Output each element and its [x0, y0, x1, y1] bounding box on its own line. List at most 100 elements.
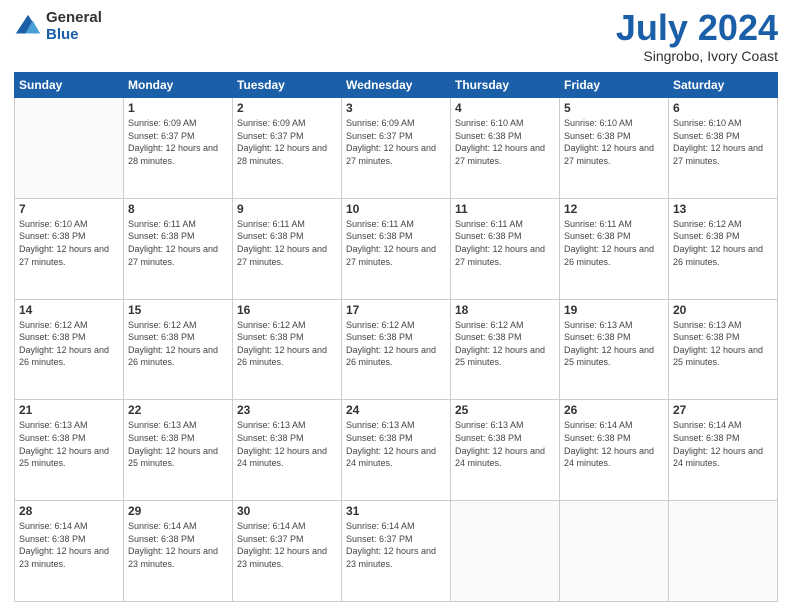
calendar-cell: 23Sunrise: 6:13 AMSunset: 6:38 PMDayligh… — [233, 400, 342, 501]
day-info: Sunrise: 6:12 AMSunset: 6:38 PMDaylight:… — [455, 319, 555, 369]
day-number: 11 — [455, 202, 555, 216]
day-number: 15 — [128, 303, 228, 317]
day-info: Sunrise: 6:10 AMSunset: 6:38 PMDaylight:… — [19, 218, 119, 268]
calendar-cell: 29Sunrise: 6:14 AMSunset: 6:38 PMDayligh… — [124, 501, 233, 602]
calendar-header-row: Sunday Monday Tuesday Wednesday Thursday… — [15, 73, 778, 98]
calendar-cell: 19 Sunrise: 6:13 AMSunset: 6:38 PMDayligh… — [560, 299, 669, 400]
day-number: 7 — [19, 202, 119, 216]
day-info: Sunrise: 6:14 AMSunset: 6:38 PMDaylight:… — [673, 419, 773, 469]
title-block: July 2024 Singrobo, Ivory Coast — [616, 10, 778, 64]
calendar-cell — [451, 501, 560, 602]
calendar-cell: 28 Sunrise: 6:14 AMSunset: 6:38 PMDayligh… — [15, 501, 124, 602]
day-info: Sunrise: 6:13 AMSunset: 6:38 PMDaylight:… — [237, 419, 337, 469]
day-info: Sunrise: 6:11 AMSunset: 6:38 PMDaylight:… — [237, 218, 337, 268]
logo-general-text: General — [46, 10, 102, 27]
logo-icon — [14, 13, 42, 41]
calendar-week-2: 7 Sunrise: 6:10 AMSunset: 6:38 PMDaylight… — [15, 198, 778, 299]
calendar-week-3: 14 Sunrise: 6:12 AMSunset: 6:38 PMDayligh… — [15, 299, 778, 400]
calendar-cell: 21 Sunrise: 6:13 AMSunset: 6:38 PMDayligh… — [15, 400, 124, 501]
day-number: 30 — [237, 504, 337, 518]
day-info: Sunrise: 6:09 AMSunset: 6:37 PMDaylight:… — [237, 117, 337, 167]
day-number: 4 — [455, 101, 555, 115]
calendar-cell: 20 Sunrise: 6:13 AMSunset: 6:38 PMDayligh… — [669, 299, 778, 400]
day-info: Sunrise: 6:10 AMSunset: 6:38 PMDaylight:… — [455, 117, 555, 167]
calendar-cell: 9 Sunrise: 6:11 AMSunset: 6:38 PMDaylight… — [233, 198, 342, 299]
day-info: Sunrise: 6:11 AMSunset: 6:38 PMDaylight:… — [455, 218, 555, 268]
day-info: Sunrise: 6:10 AMSunset: 6:38 PMDaylight:… — [673, 117, 773, 167]
day-info: Sunrise: 6:09 AMSunset: 6:37 PMDaylight:… — [346, 117, 446, 167]
day-number: 6 — [673, 101, 773, 115]
day-info: Sunrise: 6:13 AMSunset: 6:38 PMDaylight:… — [564, 319, 664, 369]
day-number: 5 — [564, 101, 664, 115]
day-info: Sunrise: 6:10 AMSunset: 6:38 PMDaylight:… — [564, 117, 664, 167]
calendar-week-4: 21 Sunrise: 6:13 AMSunset: 6:38 PMDayligh… — [15, 400, 778, 501]
day-info: Sunrise: 6:12 AMSunset: 6:38 PMDaylight:… — [128, 319, 228, 369]
day-number: 24 — [346, 403, 446, 417]
day-info: Sunrise: 6:13 AMSunset: 6:38 PMDaylight:… — [128, 419, 228, 469]
calendar-cell: 26 Sunrise: 6:14 AMSunset: 6:38 PMDayligh… — [560, 400, 669, 501]
col-thursday: Thursday — [451, 73, 560, 98]
day-info: Sunrise: 6:11 AMSunset: 6:38 PMDaylight:… — [128, 218, 228, 268]
logo: General Blue — [14, 10, 102, 43]
day-info: Sunrise: 6:13 AMSunset: 6:38 PMDaylight:… — [455, 419, 555, 469]
calendar-cell: 3 Sunrise: 6:09 AMSunset: 6:37 PMDaylight… — [342, 98, 451, 199]
main-title: July 2024 — [616, 10, 778, 46]
col-saturday: Saturday — [669, 73, 778, 98]
calendar-cell: 16Sunrise: 6:12 AMSunset: 6:38 PMDayligh… — [233, 299, 342, 400]
day-info: Sunrise: 6:14 AMSunset: 6:38 PMDaylight:… — [564, 419, 664, 469]
day-info: Sunrise: 6:12 AMSunset: 6:38 PMDaylight:… — [19, 319, 119, 369]
calendar-cell: 5 Sunrise: 6:10 AMSunset: 6:38 PMDaylight… — [560, 98, 669, 199]
calendar-cell: 30 Sunrise: 6:14 AMSunset: 6:37 PMDayligh… — [233, 501, 342, 602]
day-number: 31 — [346, 504, 446, 518]
day-number: 16 — [237, 303, 337, 317]
calendar-cell — [15, 98, 124, 199]
calendar-cell: 25 Sunrise: 6:13 AMSunset: 6:38 PMDayligh… — [451, 400, 560, 501]
day-info: Sunrise: 6:14 AMSunset: 6:38 PMDaylight:… — [19, 520, 119, 570]
day-number: 20 — [673, 303, 773, 317]
day-number: 26 — [564, 403, 664, 417]
day-info: Sunrise: 6:12 AMSunset: 6:38 PMDaylight:… — [673, 218, 773, 268]
calendar-cell: 14 Sunrise: 6:12 AMSunset: 6:38 PMDayligh… — [15, 299, 124, 400]
day-info: Sunrise: 6:09 AMSunset: 6:37 PMDaylight:… — [128, 117, 228, 167]
calendar-cell: 17Sunrise: 6:12 AMSunset: 6:38 PMDayligh… — [342, 299, 451, 400]
logo-blue-text: Blue — [46, 27, 102, 44]
col-monday: Monday — [124, 73, 233, 98]
day-number: 21 — [19, 403, 119, 417]
calendar-cell — [560, 501, 669, 602]
day-number: 3 — [346, 101, 446, 115]
calendar-body: 1 Sunrise: 6:09 AMSunset: 6:37 PMDaylight… — [15, 98, 778, 602]
calendar-cell: 18 Sunrise: 6:12 AMSunset: 6:38 PMDayligh… — [451, 299, 560, 400]
calendar-cell: 11 Sunrise: 6:11 AMSunset: 6:38 PMDayligh… — [451, 198, 560, 299]
calendar-cell: 13Sunrise: 6:12 AMSunset: 6:38 PMDayligh… — [669, 198, 778, 299]
calendar-cell: 10Sunrise: 6:11 AMSunset: 6:38 PMDayligh… — [342, 198, 451, 299]
day-number: 19 — [564, 303, 664, 317]
day-info: Sunrise: 6:13 AMSunset: 6:38 PMDaylight:… — [19, 419, 119, 469]
day-number: 22 — [128, 403, 228, 417]
day-number: 1 — [128, 101, 228, 115]
day-number: 28 — [19, 504, 119, 518]
day-info: Sunrise: 6:14 AMSunset: 6:37 PMDaylight:… — [346, 520, 446, 570]
day-number: 18 — [455, 303, 555, 317]
day-info: Sunrise: 6:14 AMSunset: 6:37 PMDaylight:… — [237, 520, 337, 570]
calendar-cell: 27 Sunrise: 6:14 AMSunset: 6:38 PMDayligh… — [669, 400, 778, 501]
calendar-cell: 31 Sunrise: 6:14 AMSunset: 6:37 PMDayligh… — [342, 501, 451, 602]
day-number: 14 — [19, 303, 119, 317]
day-number: 25 — [455, 403, 555, 417]
logo-text: General Blue — [46, 10, 102, 43]
day-info: Sunrise: 6:11 AMSunset: 6:38 PMDaylight:… — [346, 218, 446, 268]
calendar-cell: 24 Sunrise: 6:13 AMSunset: 6:38 PMDayligh… — [342, 400, 451, 501]
col-wednesday: Wednesday — [342, 73, 451, 98]
calendar-table: Sunday Monday Tuesday Wednesday Thursday… — [14, 72, 778, 602]
day-info: Sunrise: 6:13 AMSunset: 6:38 PMDaylight:… — [673, 319, 773, 369]
calendar-cell — [669, 501, 778, 602]
day-info: Sunrise: 6:13 AMSunset: 6:38 PMDaylight:… — [346, 419, 446, 469]
calendar-week-1: 1 Sunrise: 6:09 AMSunset: 6:37 PMDaylight… — [15, 98, 778, 199]
day-info: Sunrise: 6:12 AMSunset: 6:38 PMDaylight:… — [346, 319, 446, 369]
day-number: 27 — [673, 403, 773, 417]
day-info: Sunrise: 6:11 AMSunset: 6:38 PMDaylight:… — [564, 218, 664, 268]
day-number: 9 — [237, 202, 337, 216]
calendar-week-5: 28 Sunrise: 6:14 AMSunset: 6:38 PMDayligh… — [15, 501, 778, 602]
calendar-cell: 2Sunrise: 6:09 AMSunset: 6:37 PMDaylight… — [233, 98, 342, 199]
page: General Blue July 2024 Singrobo, Ivory C… — [0, 0, 792, 612]
col-sunday: Sunday — [15, 73, 124, 98]
